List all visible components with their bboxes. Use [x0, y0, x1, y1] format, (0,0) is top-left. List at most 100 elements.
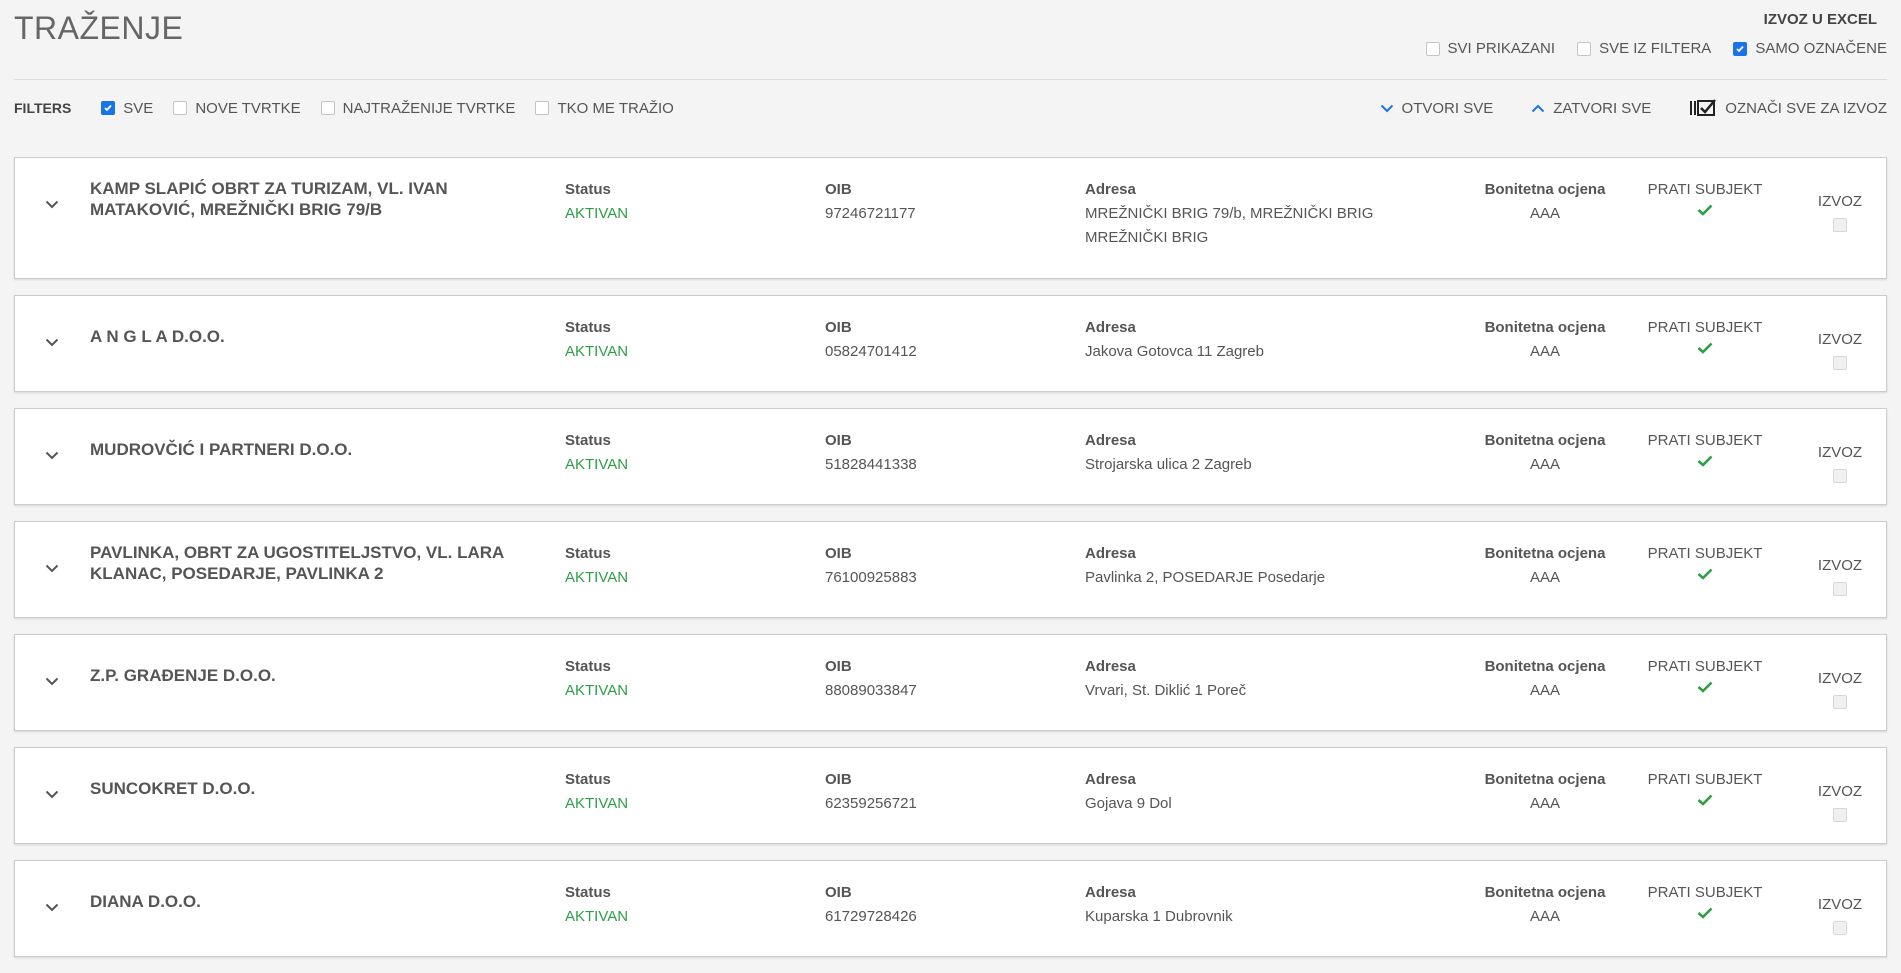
track-column[interactable]: PRATI SUBJEKT	[1645, 429, 1765, 467]
check-icon[interactable]	[1697, 455, 1713, 467]
export-column: IZVOZ	[1815, 554, 1865, 604]
oib-column: OIB 88089033847	[825, 655, 917, 703]
checkbox[interactable]	[1425, 41, 1440, 56]
oib-label: OIB	[825, 658, 852, 675]
filter-who-searched-me[interactable]: TKO ME TRAŽIO	[535, 100, 674, 117]
company-name[interactable]: SUNCOKRET D.O.O.	[90, 778, 510, 799]
open-all-button[interactable]: OTVORI SVE	[1380, 100, 1493, 117]
export-option-only-marked[interactable]: SAMO OZNAČENE	[1733, 40, 1887, 57]
filter-all[interactable]: SVE	[101, 100, 153, 117]
address-column: Adresa Vrvari, St. Diklić 1 Poreč	[1085, 655, 1395, 703]
status-column: Status AKTIVAN	[565, 542, 628, 590]
export-column: IZVOZ	[1815, 441, 1865, 491]
expand-chevron-icon[interactable]	[45, 677, 59, 686]
expand-chevron-icon[interactable]	[45, 564, 59, 573]
export-checkbox[interactable]	[1833, 808, 1847, 822]
rating-column: Bonitetna ocjena AAA	[1470, 542, 1620, 590]
company-name[interactable]: DIANA D.O.O.	[90, 891, 510, 912]
track-label: PRATI SUBJEKT	[1647, 771, 1763, 788]
check-icon[interactable]	[1697, 794, 1713, 806]
checkbox[interactable]	[1733, 41, 1748, 56]
check-icon[interactable]	[1697, 342, 1713, 354]
status-column: Status AKTIVAN	[565, 178, 628, 226]
company-card: KAMP SLAPIĆ OBRT ZA TURIZAM, VL. IVAN MA…	[14, 157, 1887, 279]
status-column: Status AKTIVAN	[565, 316, 628, 364]
check-icon[interactable]	[1697, 907, 1713, 919]
filter-new-companies[interactable]: NOVE TVRTKE	[173, 99, 301, 117]
oib-value: 51828441338	[825, 456, 917, 473]
oib-label: OIB	[825, 319, 852, 336]
filters-bar: FILTERS SVE NOVE TVRTKE NAJTRAŽENIJE TVR…	[14, 96, 1887, 120]
export-option-all-filtered[interactable]: SVE IZ FILTERA	[1577, 40, 1711, 57]
export-checkbox[interactable]	[1833, 469, 1847, 483]
company-list: KAMP SLAPIĆ OBRT ZA TURIZAM, VL. IVAN MA…	[14, 157, 1887, 973]
track-column[interactable]: PRATI SUBJEKT	[1645, 881, 1765, 919]
rating-value: AAA	[1529, 343, 1560, 360]
expand-chevron-icon[interactable]	[45, 903, 59, 912]
company-name[interactable]: A N G L A D.O.O.	[90, 326, 510, 347]
status-label: Status	[565, 771, 611, 788]
checkbox[interactable]	[1577, 41, 1592, 56]
company-name[interactable]: KAMP SLAPIĆ OBRT ZA TURIZAM, VL. IVAN MA…	[90, 178, 510, 220]
track-column[interactable]: PRATI SUBJEKT	[1645, 542, 1765, 580]
address-value: Gojava 9 Dol	[1085, 795, 1172, 812]
check-icon[interactable]	[1697, 204, 1713, 216]
checkbox[interactable]	[101, 101, 116, 115]
check-icon[interactable]	[1697, 568, 1713, 580]
track-column[interactable]: PRATI SUBJEKT	[1645, 316, 1765, 354]
filters-label: FILTERS	[14, 100, 72, 116]
filter-most-searched[interactable]: NAJTRAŽENIJE TVRTKE	[320, 100, 515, 117]
oib-column: OIB 62359256721	[825, 768, 917, 816]
check-icon[interactable]	[1697, 681, 1713, 693]
status-column: Status AKTIVAN	[565, 429, 628, 477]
checkbox[interactable]	[173, 101, 188, 115]
address-label: Adresa	[1085, 432, 1136, 449]
track-column[interactable]: PRATI SUBJEKT	[1645, 178, 1765, 216]
company-name[interactable]: PAVLINKA, OBRT ZA UGOSTITELJSTVO, VL. LA…	[90, 542, 510, 584]
status-value: AKTIVAN	[565, 682, 629, 699]
address-column: Adresa Gojava 9 Dol	[1085, 768, 1395, 816]
status-column: Status AKTIVAN	[565, 655, 628, 703]
company-card: MUDROVČIĆ I PARTNERI D.O.O. Status AKTIV…	[14, 408, 1887, 505]
address-column: Adresa Kuparska 1 Dubrovnik	[1085, 881, 1395, 929]
close-all-label: ZATVORI SVE	[1553, 99, 1652, 117]
track-label: PRATI SUBJEKT	[1647, 545, 1763, 562]
track-column[interactable]: PRATI SUBJEKT	[1645, 768, 1765, 806]
mark-all-export-button[interactable]: OZNAČI SVE ZA IZVOZ	[1689, 99, 1887, 117]
company-name[interactable]: MUDROVČIĆ I PARTNERI D.O.O.	[90, 439, 510, 460]
export-checkbox[interactable]	[1833, 218, 1847, 232]
track-column[interactable]: PRATI SUBJEKT	[1645, 655, 1765, 693]
checkbox[interactable]	[320, 101, 335, 115]
export-column: IZVOZ	[1815, 893, 1865, 943]
oib-column: OIB 05824701412	[825, 316, 917, 364]
expand-chevron-icon[interactable]	[45, 338, 59, 347]
status-label: Status	[565, 884, 611, 901]
rating-label: Bonitetna ocjena	[1484, 658, 1606, 675]
oib-label: OIB	[825, 432, 852, 449]
export-excel-title: IZVOZ U EXCEL	[1763, 11, 1877, 28]
export-column: IZVOZ	[1815, 190, 1865, 240]
address-label: Adresa	[1085, 884, 1136, 901]
rating-value: AAA	[1529, 569, 1560, 586]
oib-value: 05824701412	[825, 343, 917, 360]
export-checkbox[interactable]	[1833, 921, 1847, 935]
status-value: AKTIVAN	[565, 205, 629, 222]
filter-label: NOVE TVRTKE	[195, 99, 301, 117]
export-option-all-shown[interactable]: SVI PRIKAZANI	[1425, 40, 1555, 57]
rating-label: Bonitetna ocjena	[1484, 884, 1606, 901]
address-value: Strojarska ulica 2 Zagreb	[1085, 456, 1252, 473]
expand-chevron-icon[interactable]	[45, 200, 59, 209]
address-value: Vrvari, St. Diklić 1 Poreč	[1085, 682, 1247, 699]
company-name[interactable]: Z.P. GRAĐENJE D.O.O.	[90, 665, 510, 686]
track-label: PRATI SUBJEKT	[1647, 319, 1763, 336]
export-checkbox[interactable]	[1833, 582, 1847, 596]
export-checkbox[interactable]	[1833, 695, 1847, 709]
expand-chevron-icon[interactable]	[45, 451, 59, 460]
export-label: IZVOZ	[1817, 331, 1863, 348]
export-checkbox[interactable]	[1833, 356, 1847, 370]
close-all-button[interactable]: ZATVORI SVE	[1531, 100, 1651, 117]
expand-chevron-icon[interactable]	[45, 790, 59, 799]
address-column: Adresa Jakova Gotovca 11 Zagreb	[1085, 316, 1395, 364]
oib-label: OIB	[825, 771, 852, 788]
checkbox[interactable]	[535, 101, 550, 115]
